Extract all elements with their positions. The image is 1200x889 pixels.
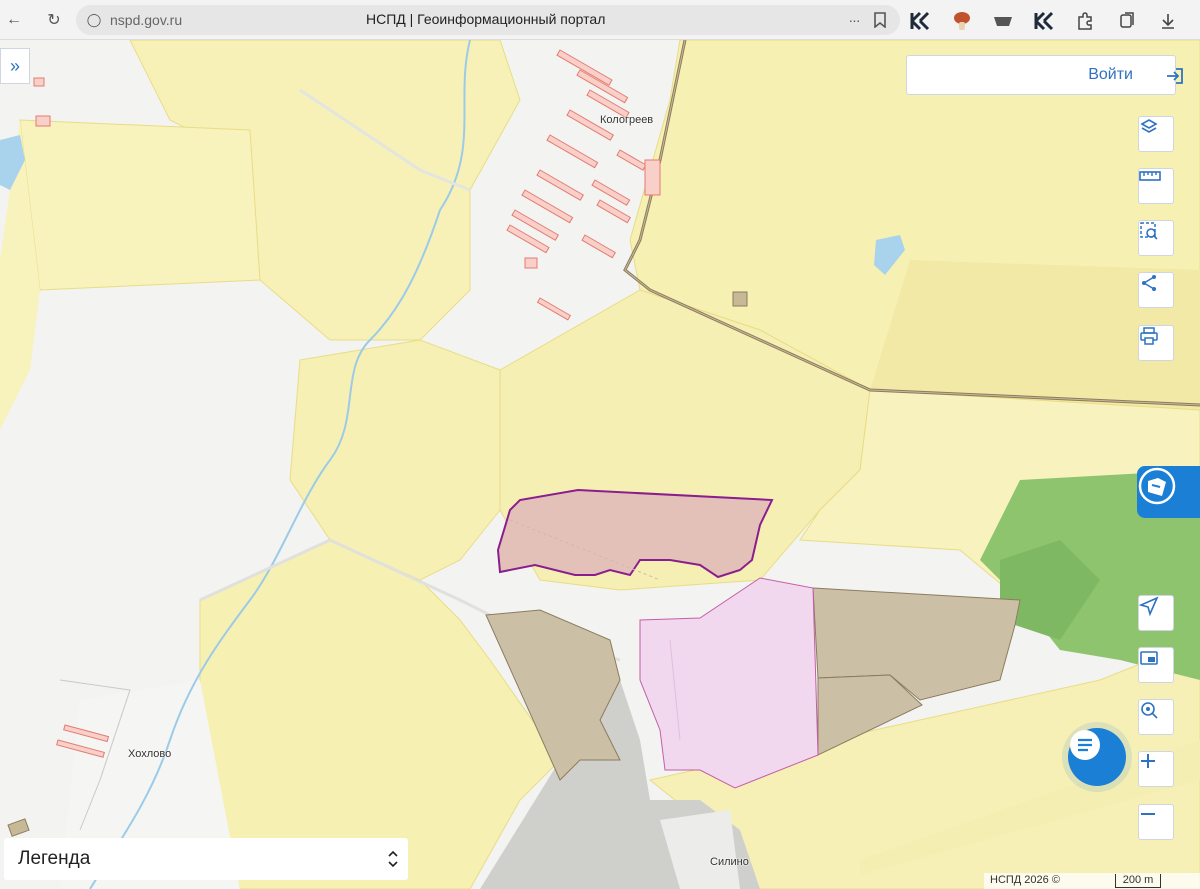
place-label-kologreevo: Кологреев — [600, 114, 654, 126]
shield-icon[interactable]: ◯ — [82, 8, 106, 32]
extensions-puzzle-icon[interactable] — [1072, 8, 1098, 34]
back-icon[interactable]: ← — [2, 8, 26, 32]
login-label: Войти — [1088, 66, 1133, 83]
layers-icon[interactable] — [1138, 116, 1174, 152]
select-area-icon[interactable] — [1138, 220, 1174, 256]
cadastral-map-tab[interactable] — [1137, 466, 1200, 518]
extension-dish-icon[interactable] — [990, 8, 1016, 34]
zoom-out-icon[interactable] — [1138, 804, 1174, 840]
download-icon[interactable] — [1155, 8, 1181, 34]
legend-panel[interactable]: Легенда — [4, 838, 408, 880]
locate-icon[interactable] — [1138, 595, 1174, 631]
extension-k2-icon[interactable] — [1031, 8, 1057, 34]
more-icon[interactable]: ··· — [842, 8, 866, 32]
bookmark-icon[interactable] — [868, 8, 892, 32]
ruler-icon[interactable] — [1138, 168, 1174, 204]
copyright-text: НСПД 2026 © — [990, 874, 1060, 886]
extension-mushroom-icon[interactable] — [949, 8, 975, 34]
place-label-khokhlovo: Хохлово — [128, 748, 172, 760]
scale-bar: 200 m — [1115, 874, 1161, 888]
expand-panel-icon[interactable]: » — [0, 48, 30, 84]
url-text: nspd.gov.ru — [110, 12, 183, 28]
browser-toolbar: ← ↻ ◯ nspd.gov.ru НСПД | Геоинформационн… — [0, 0, 1200, 40]
map-attribution: НСПД 2026 © 200 m — [984, 873, 1200, 889]
place-label-silino: Силино — [710, 856, 749, 868]
login-button[interactable]: Войти — [906, 55, 1183, 95]
legend-label: Легенда — [18, 848, 91, 869]
map-layers — [0, 40, 1200, 889]
chat-button[interactable] — [1068, 728, 1126, 786]
page-title: НСПД | Геоинформационный портал — [366, 11, 606, 27]
share-icon[interactable] — [1138, 272, 1174, 308]
zoom-in-icon[interactable] — [1138, 751, 1174, 787]
map-canvas[interactable]: » Кологреев Хохлово Силино Войти Легенда… — [0, 40, 1200, 889]
minimap-icon[interactable] — [1138, 647, 1174, 683]
collections-icon[interactable] — [1114, 8, 1140, 34]
print-icon[interactable] — [1138, 325, 1174, 361]
geo-search-icon[interactable] — [1138, 699, 1174, 735]
reload-icon[interactable]: ↻ — [42, 8, 66, 32]
extension-k-icon[interactable] — [907, 8, 933, 34]
